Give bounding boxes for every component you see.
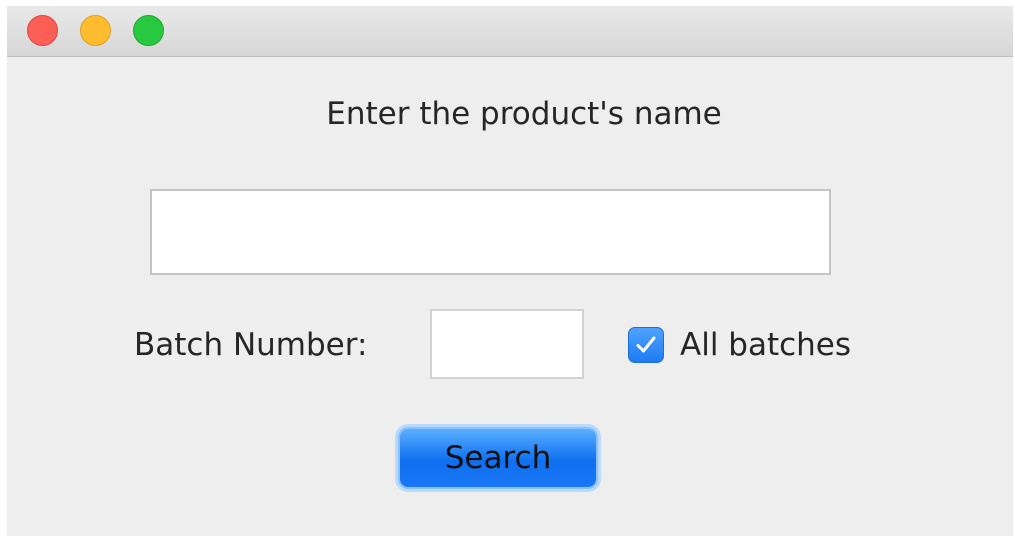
close-window-button[interactable] [27, 15, 58, 46]
all-batches-checkbox[interactable] [628, 327, 664, 363]
product-name-input[interactable] [150, 189, 831, 275]
minimize-window-button[interactable] [80, 15, 111, 46]
all-batches-label[interactable]: All batches [680, 325, 851, 365]
title-bar [7, 6, 1013, 57]
zoom-window-button[interactable] [133, 15, 164, 46]
product-name-prompt: Enter the product's name [326, 96, 722, 132]
checkmark-icon [636, 336, 656, 353]
batch-number-input[interactable] [430, 309, 584, 379]
batch-number-label: Batch Number: [134, 327, 368, 363]
search-button[interactable]: Search [398, 427, 598, 489]
